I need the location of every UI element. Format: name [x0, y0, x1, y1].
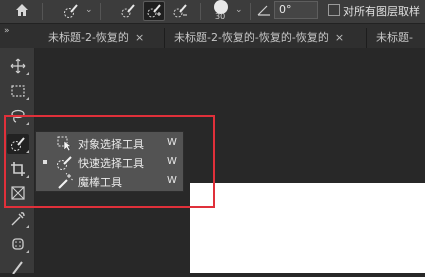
tool-preset-picker[interactable]	[60, 1, 82, 21]
separator	[42, 3, 43, 20]
submenu-indicator	[26, 250, 29, 253]
brush-tool[interactable]	[7, 257, 29, 277]
healing-brush-icon	[12, 238, 24, 250]
separator	[100, 3, 101, 20]
chevron-down-icon[interactable]: ⌄	[85, 5, 93, 15]
new-selection-button[interactable]	[117, 1, 139, 21]
move-tool[interactable]	[7, 56, 29, 76]
document-tab[interactable]: 未标题-2-恢复的 ×	[40, 28, 165, 48]
annotation-highlight-box	[4, 115, 215, 208]
add-to-selection-button[interactable]	[143, 1, 165, 21]
brush-subtract-icon	[173, 4, 187, 18]
document-canvas[interactable]	[190, 183, 425, 273]
move-icon	[10, 58, 26, 74]
sample-all-layers-checkbox[interactable]	[328, 4, 340, 16]
separator	[200, 3, 201, 20]
collapse-panel-icon[interactable]: »	[4, 26, 10, 36]
brush-size-value: 30	[215, 12, 226, 21]
close-icon[interactable]: ×	[335, 31, 344, 44]
subtract-from-selection-button[interactable]	[169, 1, 191, 21]
tab-title: 未标题-	[376, 31, 413, 44]
options-bar: ⌄ 30 ⌄ 0° 对所有图层取样	[0, 0, 425, 24]
home-icon[interactable]	[14, 2, 30, 22]
chevron-down-icon[interactable]: ⌄	[235, 5, 243, 15]
document-tab[interactable]: 未标题-	[368, 28, 425, 48]
close-icon[interactable]: ×	[135, 31, 144, 44]
separator	[250, 3, 251, 20]
spot-healing-tool[interactable]	[7, 234, 29, 254]
brush-new-icon	[121, 4, 135, 18]
eyedropper-icon	[11, 212, 25, 226]
brush-icon	[12, 261, 23, 274]
sample-all-layers-label: 对所有图层取样	[343, 5, 420, 18]
submenu-indicator	[26, 225, 29, 228]
tab-title: 未标题-2-恢复的-恢复的-恢复的	[174, 31, 329, 44]
eyedropper-tool[interactable]	[7, 209, 29, 229]
brush-add-icon	[147, 4, 161, 18]
angle-icon	[257, 2, 271, 21]
submenu-indicator	[26, 97, 29, 100]
submenu-indicator	[26, 72, 29, 75]
document-tab[interactable]: 未标题-2-恢复的-恢复的-恢复的 ×	[166, 28, 367, 48]
marquee-tool[interactable]	[7, 81, 29, 101]
quick-selection-icon	[64, 4, 78, 18]
angle-input[interactable]: 0°	[274, 1, 318, 19]
tab-title: 未标题-2-恢复的	[48, 31, 129, 44]
document-tab-bar: » 未标题-2-恢复的 × 未标题-2-恢复的-恢复的-恢复的 × 未标题-	[0, 24, 425, 48]
rectangular-marquee-icon	[11, 85, 25, 97]
